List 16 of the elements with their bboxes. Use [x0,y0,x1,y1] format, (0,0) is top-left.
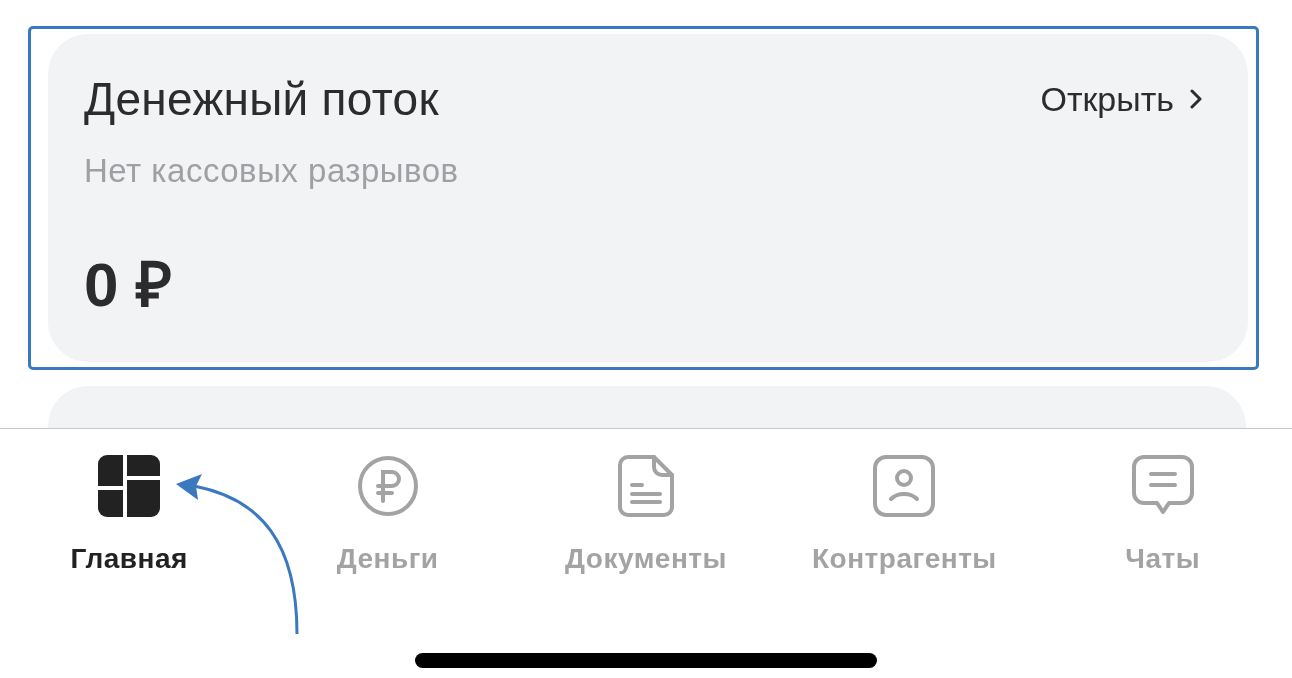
open-link[interactable]: Открыть [1040,79,1202,119]
chat-icon [1131,455,1194,517]
ruble-icon [356,455,419,517]
amount: 0 ₽ [84,249,173,321]
document-icon [618,455,674,517]
cash-flow-card[interactable]: Денежный поток Открыть Нет кассовых разрывов 0 ₽ [48,34,1248,362]
card-title: Денежный поток [84,72,439,126]
contact-icon [873,455,936,517]
chevron-right-icon [1190,89,1202,109]
tab[interactable]: Деньги [336,455,439,575]
tab[interactable]: Контрагенты [812,455,997,575]
tab[interactable]: Главная [70,455,188,575]
grid-icon [98,455,161,517]
tab[interactable]: Документы [565,455,727,575]
tab[interactable]: Чаты [1125,455,1201,575]
card-subtitle: Нет кассовых разрывов [84,152,460,190]
